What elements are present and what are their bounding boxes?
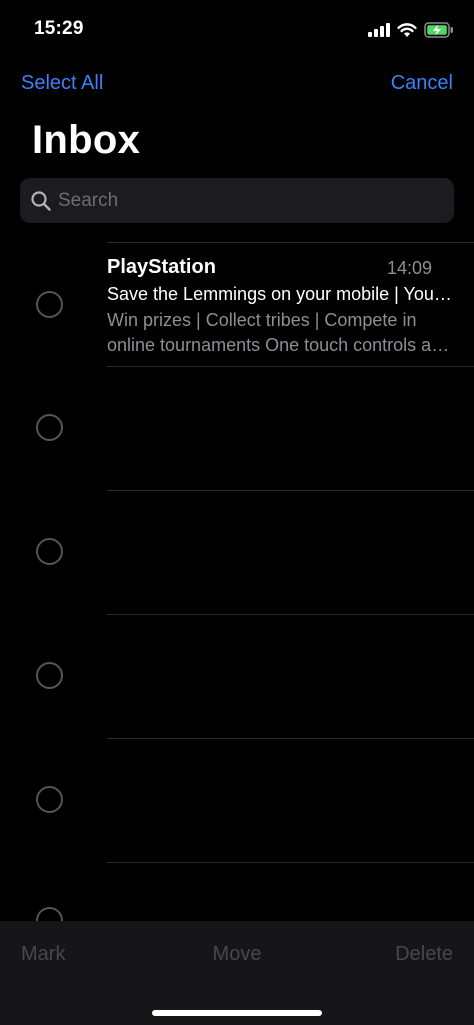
search-input[interactable] bbox=[58, 180, 454, 221]
selection-circle-icon[interactable] bbox=[36, 291, 63, 318]
cancel-button[interactable]: Cancel bbox=[391, 72, 453, 95]
selection-circle-icon[interactable] bbox=[36, 662, 63, 689]
empty-row[interactable] bbox=[0, 491, 474, 615]
status-bar: 15:29 bbox=[0, 0, 474, 60]
email-time: 14:09 bbox=[386, 258, 432, 278]
empty-row[interactable] bbox=[0, 367, 474, 491]
battery-charging-icon bbox=[424, 22, 453, 38]
home-indicator[interactable] bbox=[152, 1010, 322, 1016]
selection-circle-icon[interactable] bbox=[36, 414, 63, 441]
selection-circle-icon[interactable] bbox=[36, 786, 63, 813]
search-bar[interactable] bbox=[20, 178, 454, 223]
email-preview: Win prizes | Collect tribes | Compete in… bbox=[107, 310, 452, 355]
empty-row[interactable] bbox=[0, 615, 474, 739]
cellular-signal-icon bbox=[368, 23, 390, 37]
email-row[interactable]: PlayStation 14:09 Save the Lemmings on y… bbox=[0, 243, 474, 367]
page-title: Inbox bbox=[32, 118, 141, 162]
delete-button[interactable]: Delete bbox=[395, 943, 453, 966]
email-subject: Save the Lemmings on your mobile | Your … bbox=[107, 284, 455, 304]
selection-circle-icon[interactable] bbox=[36, 538, 63, 565]
email-sender: PlayStation bbox=[107, 256, 216, 278]
navigation-bar: Select All Cancel bbox=[0, 68, 474, 100]
bottom-toolbar: Mark Move Delete bbox=[0, 921, 474, 1025]
search-icon bbox=[31, 190, 51, 211]
wifi-icon bbox=[397, 22, 417, 37]
select-all-button[interactable]: Select All bbox=[21, 72, 103, 95]
status-icons bbox=[368, 20, 454, 40]
status-time: 15:29 bbox=[34, 18, 84, 39]
empty-row[interactable] bbox=[0, 739, 474, 863]
